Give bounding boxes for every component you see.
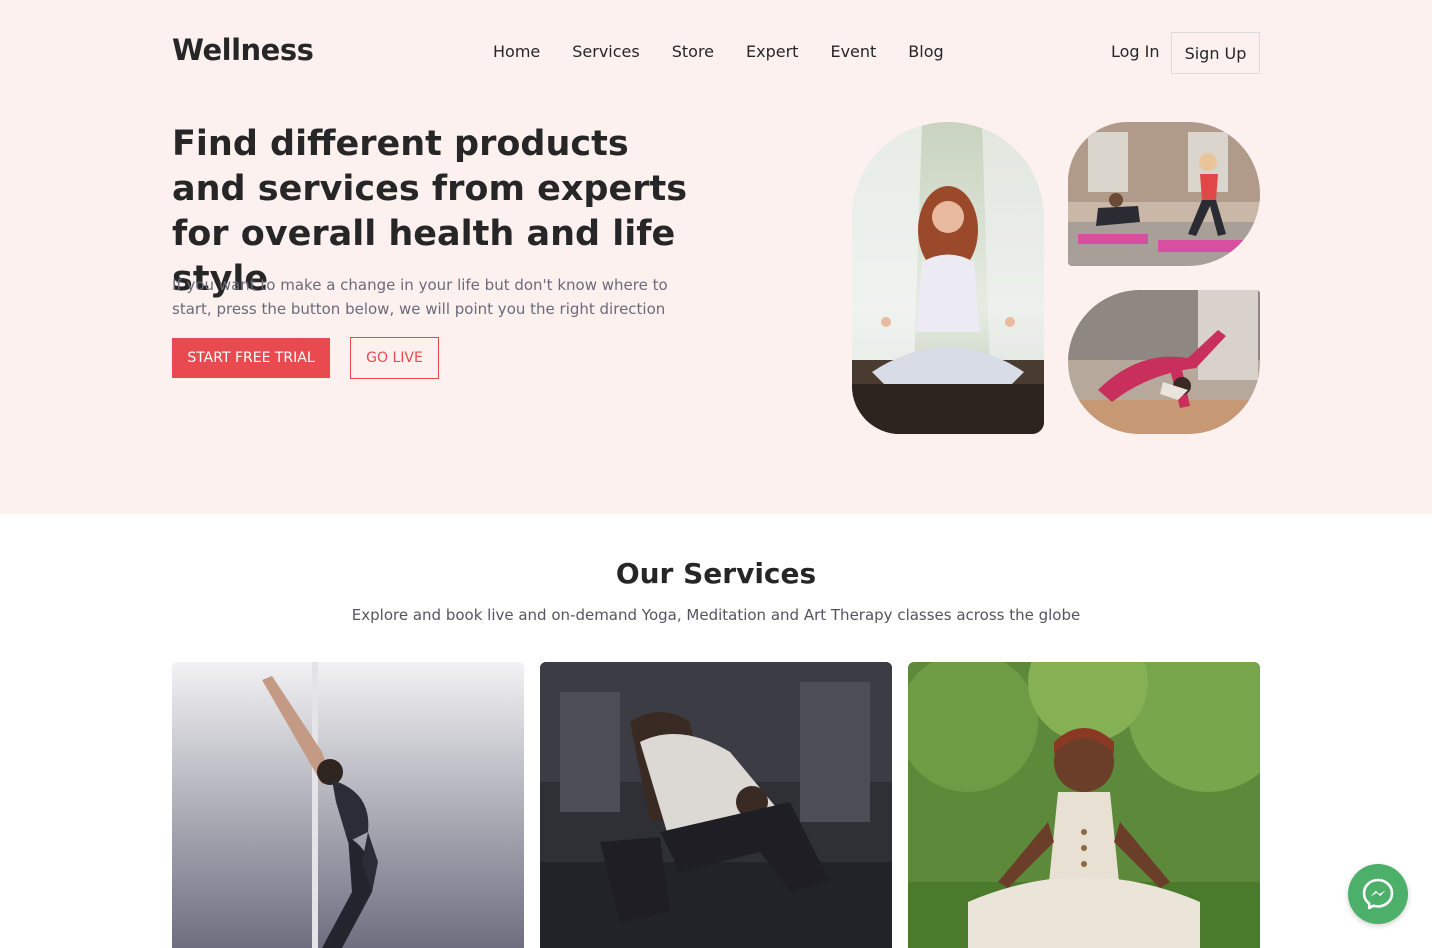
main-nav: Home Services Store Expert Event Blog: [493, 42, 944, 61]
meditation-image: [852, 122, 1044, 434]
messenger-icon: [1362, 878, 1394, 910]
nav-store[interactable]: Store: [672, 42, 714, 61]
brand-logo[interactable]: Wellness: [172, 33, 314, 67]
messenger-button[interactable]: [1348, 864, 1408, 924]
services-title: Our Services: [615, 557, 817, 590]
nav-home[interactable]: Home: [493, 42, 540, 61]
hero-subtext: If you want to make a change in your lif…: [172, 276, 668, 318]
service-card-meditation[interactable]: [908, 662, 1260, 948]
start-free-trial-button[interactable]: START FREE TRIAL: [172, 338, 330, 378]
service-card-gym[interactable]: [540, 662, 892, 948]
nav-blog[interactable]: Blog: [908, 42, 943, 61]
nav-event[interactable]: Event: [830, 42, 876, 61]
nav-services[interactable]: Services: [572, 42, 639, 61]
signup-button[interactable]: Sign Up: [1171, 32, 1260, 74]
go-live-button[interactable]: GO LIVE: [350, 337, 439, 379]
nav-expert[interactable]: Expert: [746, 42, 798, 61]
yoga-stretch-image: [1068, 290, 1260, 434]
group-workout-image: [1068, 122, 1260, 266]
services-subtitle: Explore and book live and on-demand Yoga…: [351, 606, 1081, 624]
service-card-yoga[interactable]: [172, 662, 524, 948]
login-link[interactable]: Log In: [1111, 42, 1160, 61]
